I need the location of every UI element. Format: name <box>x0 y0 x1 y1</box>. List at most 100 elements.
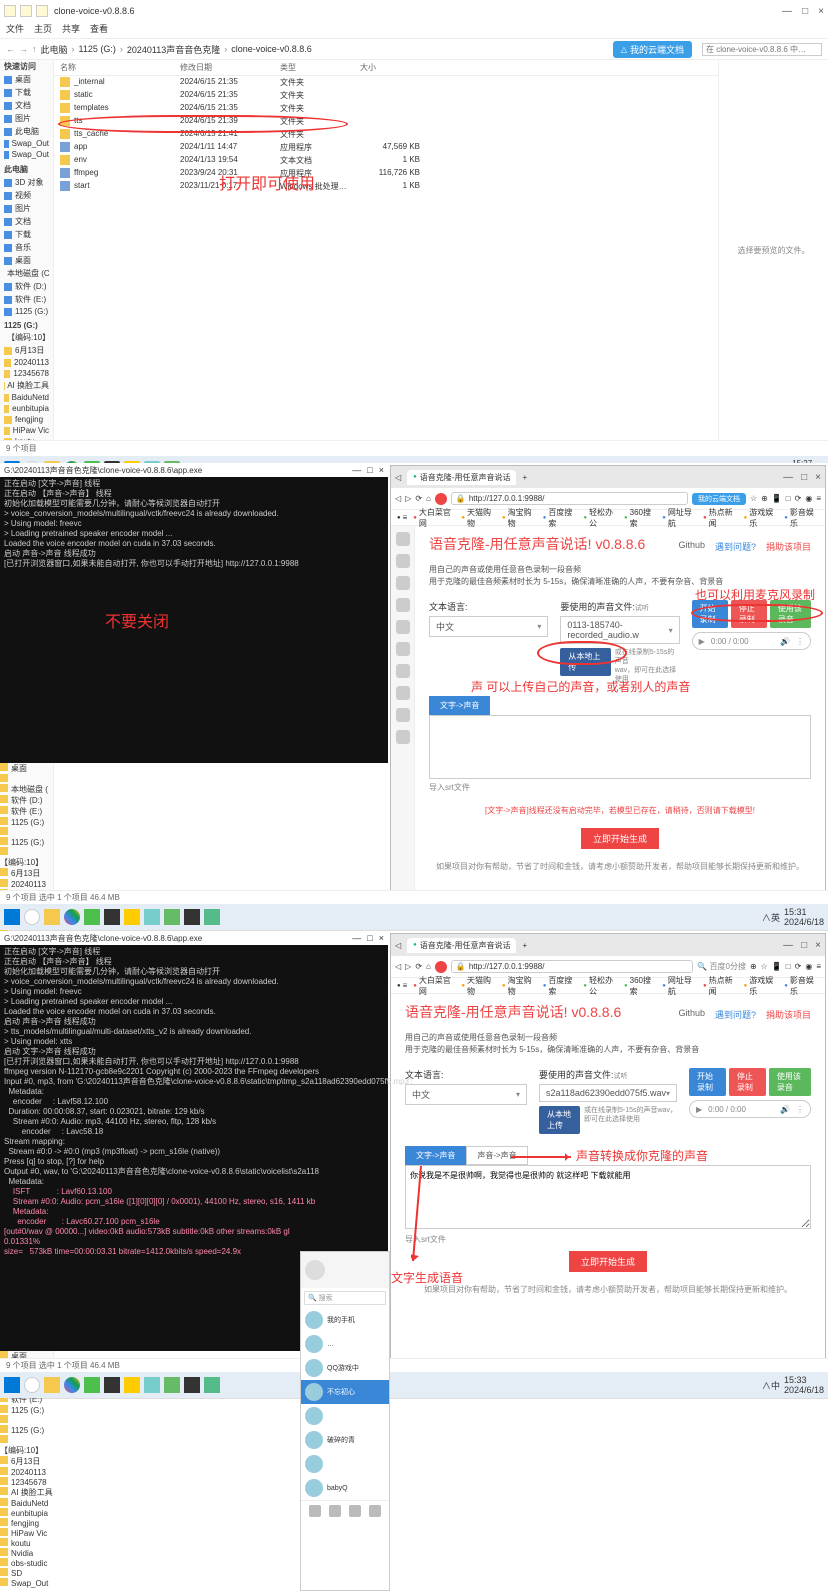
nav-item[interactable]: 软件 (D:) <box>0 280 53 293</box>
mode-tabs[interactable]: 文字->声音 <box>429 696 811 715</box>
file-row[interactable]: app2024/1/11 14:47应用程序47,569 KB <box>54 141 718 154</box>
audio-player[interactable]: 0:00 / 0:00🔊⋮ <box>692 632 811 650</box>
nav-item[interactable]: 软件 (E:) <box>0 293 53 306</box>
menubar[interactable]: 文件主页共享查看 <box>0 22 828 38</box>
nav-item[interactable]: 文档 <box>0 99 53 112</box>
nav-item[interactable]: 1125 (G:) <box>0 837 53 847</box>
nav-item[interactable]: BaiduNetd <box>0 392 53 403</box>
nav-item[interactable]: 3D 对象 <box>0 176 53 189</box>
qq-contact[interactable]: … <box>301 1332 389 1356</box>
nav-item[interactable]: 20240113 <box>0 879 53 889</box>
text-input[interactable] <box>429 715 811 779</box>
nav-item[interactable]: BaiduNetd <box>0 1498 53 1508</box>
nav-item[interactable]: 1125 (G:) <box>0 306 53 317</box>
text-input[interactable] <box>405 1165 811 1229</box>
nav-item[interactable]: 20240113 <box>0 357 53 368</box>
nav-item[interactable]: 【编码:10】 <box>0 331 53 344</box>
nav-item[interactable]: eunbitupia <box>0 403 53 414</box>
nav-item[interactable]: 20240113 <box>0 1467 53 1477</box>
audio-select[interactable]: 0113-185740-recorded_audio.w <box>560 616 679 644</box>
nav-item[interactable]: Swap_Out <box>0 138 53 149</box>
nav-item[interactable]: 桌面 <box>0 73 53 86</box>
file-row[interactable]: env2024/1/13 19:54文本文档1 KB <box>54 154 718 167</box>
qq-contact[interactable] <box>301 1452 389 1476</box>
file-row[interactable]: templates2024/6/15 21:35文件夹 <box>54 102 718 115</box>
nav-item[interactable]: fengjing <box>0 414 53 425</box>
nav-item[interactable]: SD <box>0 1568 53 1578</box>
nav-item[interactable]: 文档 <box>0 215 53 228</box>
nav-item[interactable]: obs-studic <box>0 1558 53 1568</box>
nav-item[interactable]: AI 换脸工具 <box>0 379 53 392</box>
nav-pane-2[interactable]: 桌面本地磁盘 (软件 (D:)软件 (E:)1125 (G:)1125 (G:)… <box>0 763 54 904</box>
srt-import[interactable]: 导入srt文件 <box>429 782 811 793</box>
faq-link[interactable]: 遇到问题? <box>715 540 756 553</box>
nav-item[interactable]: 软件 (E:) <box>0 806 53 817</box>
qq-contact[interactable]: 我的手机 <box>301 1308 389 1332</box>
nav-item[interactable]: 【编码:10】 <box>0 847 53 868</box>
qq-contact[interactable]: babyQ <box>301 1476 389 1500</box>
tab-bar[interactable]: ◁语音克隆-用任意声音说话+ —□× <box>391 466 825 488</box>
nav-item[interactable]: 下载 <box>0 228 53 241</box>
nav-item[interactable] <box>0 774 53 784</box>
nav-item[interactable]: 6月13日 <box>0 1456 53 1467</box>
nav-item[interactable]: HiPaw Vic <box>0 425 53 436</box>
audio-select[interactable]: s2a118ad62390edd075f5.wav <box>539 1084 677 1102</box>
qq-search[interactable]: 🔍 搜索 <box>304 1291 386 1305</box>
qq-contact[interactable]: 破碎的青 <box>301 1428 389 1452</box>
nav-pane[interactable]: 快速访问 桌面下载文档图片此电脑Swap_OutSwap_Out 此电脑 3D … <box>0 60 54 440</box>
nav-item[interactable]: 图片 <box>0 202 53 215</box>
qq-contact[interactable]: 不忘初心 <box>301 1380 389 1404</box>
donate-link[interactable]: 捐助该项目 <box>766 540 811 553</box>
column-headers[interactable]: 名称修改日期类型大小 <box>54 60 718 76</box>
nav-item[interactable]: Swap_Out <box>0 149 53 160</box>
window-controls[interactable]: —□× <box>782 6 824 17</box>
nav-item[interactable]: 6月13日 <box>0 868 53 879</box>
lang-select[interactable]: 中文 <box>429 616 548 637</box>
nav-item[interactable]: 本地磁盘 ( <box>0 784 53 795</box>
search-input[interactable] <box>702 43 822 56</box>
file-row[interactable]: static2024/6/15 21:35文件夹 <box>54 89 718 102</box>
nav-item[interactable]: 本地磁盘 (C <box>0 267 53 280</box>
nav-item[interactable]: Swap_Out <box>0 1578 53 1588</box>
nav-item[interactable]: 软件 (D:) <box>0 795 53 806</box>
file-list[interactable]: 名称修改日期类型大小 _internal2024/6/15 21:35文件夹st… <box>54 60 718 440</box>
nav-item[interactable]: 音乐 <box>0 241 53 254</box>
generate-button[interactable]: 立即开始生成 <box>569 1251 647 1272</box>
nav-item[interactable]: 1125 (G:) <box>0 1425 53 1435</box>
file-row[interactable]: ffmpeg2023/9/24 20:31应用程序116,726 KB <box>54 167 718 180</box>
nav-item[interactable]: HiPaw Vic <box>0 1528 53 1538</box>
nav-item[interactable]: 12345678 <box>0 368 53 379</box>
nav-item[interactable]: 桌面 <box>0 254 53 267</box>
nav-item[interactable]: koutu <box>0 436 53 440</box>
nav-item[interactable]: 下载 <box>0 86 53 99</box>
nav-item[interactable]: 6月13日 <box>0 344 53 357</box>
nav-item[interactable]: 【编码:10】 <box>0 1435 53 1456</box>
breadcrumb[interactable]: ←→↑ 此电脑› 1125 (G:)› 20240113声音音色克隆› clon… <box>0 38 828 60</box>
nav-item[interactable]: 图片 <box>0 112 53 125</box>
cloud-upload-button[interactable]: 我的云端文档 <box>613 41 692 58</box>
nav-item[interactable]: AI 换脸工具 <box>0 1487 53 1498</box>
nav-item[interactable]: Nvidia <box>0 1548 53 1558</box>
nav-item[interactable]: 桌面 <box>0 763 53 774</box>
qq-contact[interactable] <box>301 1404 389 1428</box>
file-row[interactable]: _internal2024/6/15 21:35文件夹 <box>54 76 718 89</box>
nav-item[interactable]: eunbitupia <box>0 1508 53 1518</box>
nav-item[interactable] <box>0 827 53 837</box>
qq-contact[interactable]: QQ游戏中 <box>301 1356 389 1380</box>
bookmarks-bar[interactable]: ≡ 大白菜官网天猫购物 淘宝购物百度搜索 轻松办公360搜索 网址导航热点新闻 … <box>391 978 825 994</box>
tab-bar[interactable]: ◁语音克隆-用任意声音说话+ —□× <box>391 934 825 956</box>
nav-item[interactable]: 12345678 <box>0 1477 53 1487</box>
nav-item[interactable]: 视频 <box>0 189 53 202</box>
lang-select[interactable]: 中文 <box>405 1084 527 1105</box>
nav-item[interactable]: fengjing <box>0 1518 53 1528</box>
file-row[interactable]: start2023/11/21 0:17Windows 批处理…1 KB <box>54 180 718 193</box>
github-link[interactable]: Github <box>678 540 705 553</box>
nav-item[interactable]: 1125 (G:) <box>0 817 53 827</box>
srt-import[interactable]: 导入srt文件 <box>405 1234 811 1245</box>
upload-button[interactable]: 从本地上传 <box>539 1106 580 1134</box>
nav-item[interactable]: koutu <box>0 1538 53 1548</box>
qq-panel[interactable]: 🔍 搜索 我的手机…QQ游戏中不忘初心破碎的青 babyQ <box>300 1251 390 1591</box>
nav-item[interactable]: 1125 (G:) <box>0 1405 53 1415</box>
generate-button[interactable]: 立即开始生成 <box>581 828 659 849</box>
side-toolbar[interactable] <box>391 526 415 927</box>
